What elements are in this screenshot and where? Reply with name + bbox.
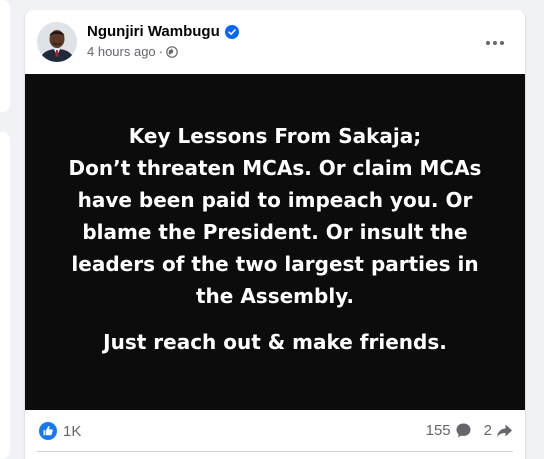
- reactions-summary[interactable]: 1K: [39, 422, 81, 440]
- engagement-counts: 155 2: [426, 422, 513, 439]
- meta-separator: ·: [158, 44, 164, 59]
- post-message-heading: Key Lessons From Sakaja;: [128, 124, 422, 148]
- globe-icon[interactable]: [166, 45, 178, 58]
- reactions-count: 1K: [63, 422, 82, 440]
- adjacent-card-bottom: [0, 132, 10, 459]
- comments-count-button[interactable]: 155: [426, 422, 472, 439]
- post-timestamp[interactable]: 4 hours ago: [87, 44, 156, 59]
- share-icon: [496, 422, 513, 439]
- post-stats-bar: 1K 155 2: [25, 410, 525, 452]
- author-line: Ngunjiri Wambugu: [87, 23, 239, 40]
- adjacent-card-top: [0, 0, 10, 112]
- like-reaction-icon: [39, 422, 57, 440]
- comment-icon: [455, 422, 472, 439]
- post-message: Key Lessons From Sakaja; Don’t threaten …: [55, 120, 495, 312]
- avatar-photo: [37, 22, 77, 62]
- comments-count: 155: [425, 422, 451, 439]
- author-name[interactable]: Ngunjiri Wambugu: [87, 23, 220, 40]
- post-meta: 4 hours ago ·: [87, 44, 178, 59]
- post-header: Ngunjiri Wambugu 4 hours ago ·: [25, 10, 525, 74]
- post-text-background: Key Lessons From Sakaja; Don’t threaten …: [25, 74, 525, 410]
- post-message-closing: Just reach out & make friends.: [103, 330, 447, 354]
- footer-divider: [37, 451, 513, 452]
- feed-post: Ngunjiri Wambugu 4 hours ago · Key Lesso…: [25, 10, 525, 459]
- more-options-icon: [485, 33, 505, 51]
- avatar[interactable]: [37, 22, 77, 62]
- post-message-body: Don’t threaten MCAs. Or claim MCAs have …: [68, 156, 482, 308]
- shares-count-button[interactable]: 2: [484, 422, 513, 439]
- shares-count: 2: [483, 422, 492, 439]
- verified-badge-icon: [224, 24, 239, 39]
- more-options-button[interactable]: [477, 24, 513, 60]
